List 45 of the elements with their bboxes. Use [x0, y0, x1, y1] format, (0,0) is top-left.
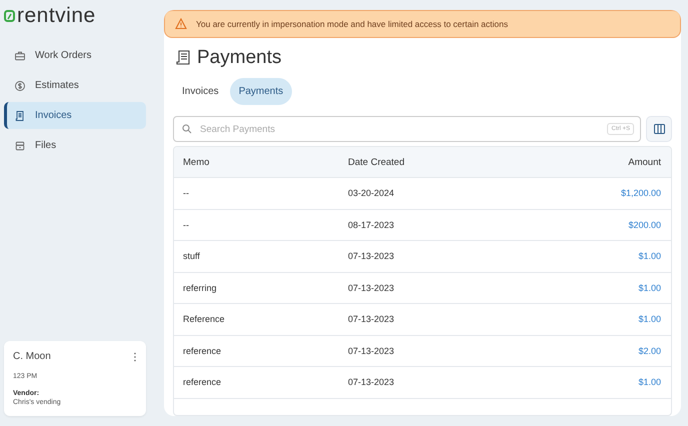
table-cell-text: 07-13-2023 — [348, 251, 396, 262]
nav-item[interactable]: Files — [4, 132, 146, 159]
logo: rentvine — [4, 4, 96, 28]
banner-text: You are currently in impersonation mode and have limited access to certain actions — [196, 19, 508, 29]
more-icon[interactable] — [133, 352, 137, 362]
nav-item[interactable]: Work Orders — [4, 42, 146, 69]
table-cell-text: reference — [183, 346, 222, 356]
table-cell-text: 08-17-2023 — [348, 220, 396, 230]
amount-link[interactable]: $1.00 — [561, 314, 661, 324]
dollar-icon — [14, 80, 26, 92]
amount-link[interactable]: $1.00 — [561, 377, 661, 388]
amount-link[interactable]: $1.00 — [561, 251, 661, 262]
column-header[interactable]: Memo — [183, 156, 348, 168]
nav-item[interactable]: Invoices — [4, 102, 146, 129]
receipt-icon — [176, 50, 190, 66]
columns-icon — [654, 124, 664, 134]
briefcase-icon — [14, 50, 26, 62]
table-cell-text: referring — [183, 282, 218, 293]
user-name: C. Moon — [13, 351, 51, 362]
table-cell-text: stuff — [183, 251, 201, 262]
tab[interactable]: Invoices — [173, 78, 228, 105]
table-cell-text: 07-13-2023 — [348, 346, 396, 356]
column-header[interactable]: Date Created — [348, 156, 561, 168]
table-cell-text: -- — [183, 220, 190, 230]
warning-icon — [175, 18, 187, 30]
table-cell-text: 03-20-2024 — [348, 188, 396, 198]
table-cell-text: reference — [183, 377, 222, 388]
page-title: Payments — [197, 47, 282, 69]
receipt-icon — [14, 110, 26, 122]
columns-button[interactable] — [646, 116, 672, 142]
amount-link[interactable]: $1.00 — [561, 282, 661, 293]
drawer-icon — [14, 140, 26, 152]
column-header[interactable]: Amount — [561, 156, 661, 168]
nav-item[interactable]: Estimates — [4, 72, 146, 99]
table-cell-text: 07-13-2023 — [348, 314, 396, 324]
table-cell-text: 07-13-2023 — [348, 377, 396, 388]
amount-link[interactable]: $1,200.00 — [561, 188, 661, 198]
leaf-icon — [4, 10, 15, 22]
tab[interactable]: Payments — [230, 78, 292, 105]
search-icon — [182, 124, 192, 134]
amount-link[interactable]: $200.00 — [561, 220, 661, 230]
table-cell-text: 07-13-2023 — [348, 282, 396, 293]
table-cell-text: Reference — [183, 314, 226, 324]
table-cell-text: -- — [183, 188, 190, 198]
amount-link[interactable]: $2.00 — [561, 346, 661, 356]
